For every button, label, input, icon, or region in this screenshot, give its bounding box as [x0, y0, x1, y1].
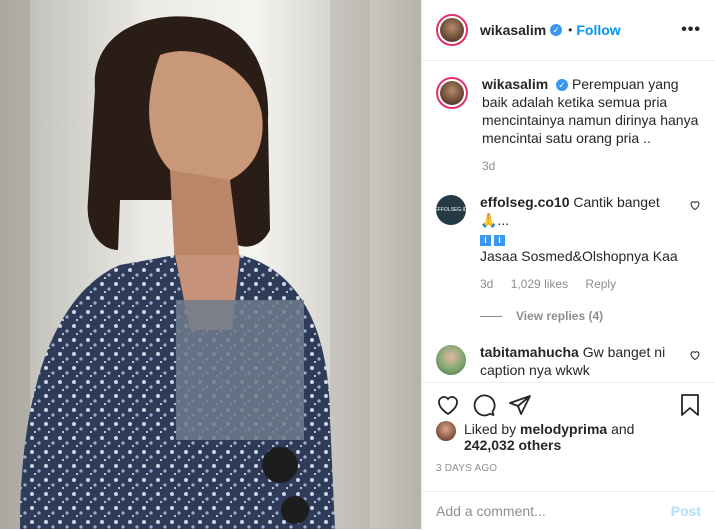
- liker-username[interactable]: melodyprima: [520, 421, 607, 437]
- comment-text-line2: Jasaa Sosmed&Olshopnya Kaa: [480, 248, 678, 264]
- post-comment-button[interactable]: Post: [671, 503, 701, 519]
- comments-scroll-area[interactable]: wikasalim ✓ Perempuan yang baik adalah k…: [422, 61, 715, 381]
- info-icon: i: [480, 235, 491, 246]
- post-container: wikasalim ✓ • Follow ••• wikasalim ✓ Per…: [0, 0, 715, 529]
- commenter-avatar[interactable]: [436, 345, 466, 375]
- heart-icon[interactable]: [436, 393, 460, 417]
- more-options-icon[interactable]: •••: [681, 21, 701, 39]
- follow-button[interactable]: Follow: [576, 22, 620, 38]
- likes-and: and: [611, 421, 635, 437]
- comment-icon[interactable]: [472, 393, 496, 417]
- reply-button[interactable]: Reply: [585, 277, 616, 291]
- separator-dot: •: [568, 23, 573, 37]
- share-icon[interactable]: [508, 393, 532, 417]
- author-avatar[interactable]: [436, 14, 468, 46]
- liker-avatar[interactable]: [436, 421, 456, 441]
- author-username[interactable]: wikasalim: [480, 22, 546, 38]
- likes-summary: Liked by melodyprima and 242,032 others: [422, 417, 715, 453]
- comment-row: tabitamahucha Gw banget ni caption nya w…: [422, 325, 715, 379]
- comment-row: EFFOLSEG.ID effolseg.co10 Cantik banget🙏…: [422, 175, 715, 325]
- caption-username[interactable]: wikasalim: [482, 76, 548, 92]
- post-header: wikasalim ✓ • Follow •••: [422, 0, 715, 61]
- caption-avatar[interactable]: [436, 77, 468, 109]
- view-replies-label: View replies (4): [516, 309, 604, 323]
- info-icon: i: [494, 235, 505, 246]
- post-photo-illustration: [0, 0, 421, 529]
- post-photo[interactable]: [0, 0, 421, 529]
- like-comment-heart-icon[interactable]: [689, 199, 701, 211]
- verified-icon: ✓: [550, 24, 563, 36]
- post-actions: Liked by melodyprima and 242,032 others: [422, 382, 715, 453]
- verified-icon: ✓: [556, 79, 569, 91]
- comment-input[interactable]: Add a comment...: [436, 503, 546, 519]
- divider: [480, 315, 502, 317]
- post-side-panel: wikasalim ✓ • Follow ••• wikasalim ✓ Per…: [421, 0, 715, 529]
- like-comment-heart-icon[interactable]: [689, 349, 701, 361]
- add-comment-bar: Add a comment... Post: [422, 491, 715, 530]
- likes-prefix: Liked by: [464, 421, 517, 437]
- commenter-username[interactable]: tabitamahucha: [480, 344, 579, 360]
- commenter-username[interactable]: effolseg.co10: [480, 194, 569, 210]
- comment-age[interactable]: 3d: [480, 277, 493, 291]
- comment-likes[interactable]: 1,029 likes: [511, 277, 568, 291]
- caption-row: wikasalim ✓ Perempuan yang baik adalah k…: [422, 61, 715, 175]
- view-replies-button[interactable]: View replies (4): [480, 307, 683, 325]
- caption-age[interactable]: 3d: [482, 159, 495, 173]
- post-timestamp[interactable]: 3 DAYS AGO: [436, 463, 497, 474]
- likes-others-count[interactable]: 242,032 others: [464, 437, 561, 453]
- commenter-avatar[interactable]: EFFOLSEG.ID: [434, 195, 468, 225]
- bookmark-icon[interactable]: [679, 393, 701, 417]
